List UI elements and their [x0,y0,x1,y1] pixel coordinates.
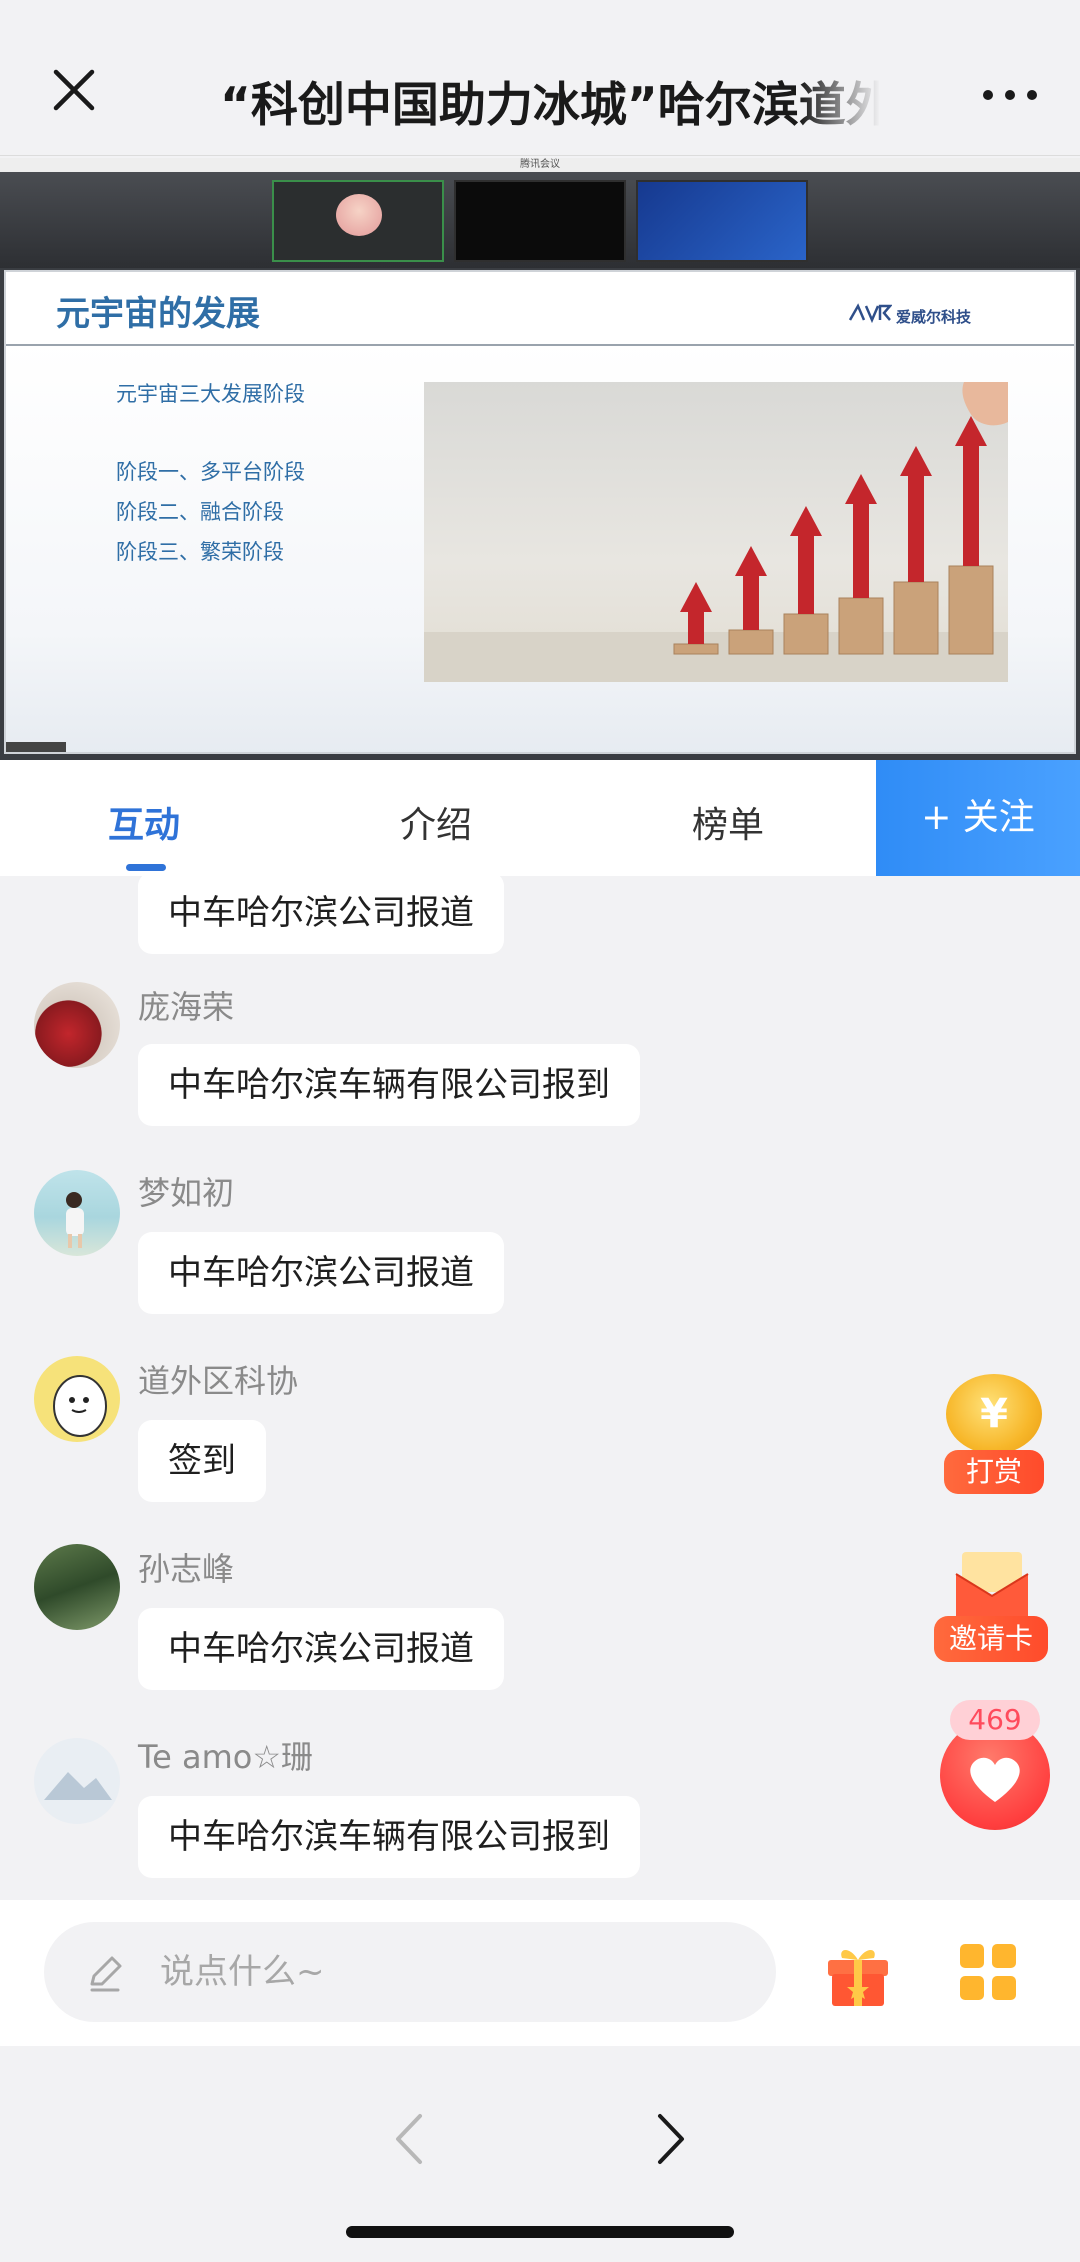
comment-field-container[interactable] [44,1922,776,2022]
company-logo-icon [848,303,892,324]
slide-corner-label [6,742,66,752]
home-indicator[interactable] [346,2226,734,2238]
gift-icon[interactable] [820,1936,896,2012]
cartoon-robot-icon [53,1375,107,1437]
slide-stage: 阶段三、繁荣阶段 [116,540,284,564]
chat-bubble: 中车哈尔滨车辆有限公司报到 [138,1796,640,1878]
avatar[interactable] [34,1544,120,1630]
slide-stage: 阶段二、融合阶段 [116,500,284,524]
top-bar: “科创中国助力冰城”哈尔滨道外区 [0,0,1080,156]
invite-card-button[interactable]: 邀请卡 [934,1546,1048,1664]
chat-username: 梦如初 [138,1174,235,1212]
tab-ranking[interactable]: 榜单 [692,796,764,848]
close-icon[interactable] [48,64,100,116]
chat-username: 孙志峰 [138,1550,235,1588]
browser-nav-bar [0,2046,1080,2262]
avatar[interactable] [34,1170,120,1256]
chat-list[interactable]: 中车哈尔滨公司报道 庞海荣 中车哈尔滨车辆有限公司报到 梦如初 中车哈尔滨公司报… [0,876,1080,1900]
comment-input[interactable] [160,1944,740,2000]
chat-username: 庞海荣 [138,988,235,1026]
growth-arrows-image [424,382,1008,682]
avatar[interactable] [34,1356,120,1442]
reward-label: 打赏 [944,1450,1044,1494]
participant-thumb [272,180,444,262]
slide-title: 元宇宙的发展 [56,294,260,334]
more-dots-icon[interactable] [980,80,1040,110]
chat-username: Te amo☆珊 [138,1738,314,1776]
slide-divider [6,344,1074,346]
page-title-text: “科创中国助力冰城”哈尔滨道外区 [220,78,880,126]
avatar[interactable] [34,982,120,1068]
like-button[interactable]: 469 [938,1700,1050,1830]
pencil-icon [90,1956,122,1992]
slide-subtitle: 元宇宙三大发展阶段 [116,382,305,406]
back-chevron-icon[interactable] [384,2108,436,2170]
participant-strip [0,172,1080,268]
chat-username: 道外区科协 [138,1362,299,1400]
like-count-badge: 469 [950,1700,1040,1740]
meeting-app-title: 腾讯会议 [0,158,1080,172]
invite-label: 邀请卡 [934,1616,1048,1662]
company-logo-text: 爱威尔科技 [896,308,972,326]
apps-grid-icon[interactable] [956,1940,1020,2004]
reward-button[interactable]: ¥ 打赏 [944,1374,1044,1498]
active-tab-indicator [126,864,166,871]
chat-bubble: 中车哈尔滨公司报道 [138,1232,504,1314]
participant-thumb [454,180,626,262]
presentation-slide: 元宇宙的发展 爱威尔科技 元宇宙三大发展阶段 阶段一、多平台阶段 阶段二、融合阶… [4,270,1076,754]
participant-avatar [336,194,382,236]
chat-bubble: 中车哈尔滨车辆有限公司报到 [138,1044,640,1126]
chat-bubble: 中车哈尔滨公司报道 [138,876,504,954]
input-bar [0,1900,1080,2046]
coin-icon: ¥ [946,1374,1042,1454]
growth-arrows-icon [424,382,1008,682]
chat-bubble: 签到 [138,1420,266,1502]
slide-stage: 阶段一、多平台阶段 [116,460,305,484]
tab-bar: 互动 介绍 榜单 + 关注 [0,760,1080,876]
live-video[interactable]: 腾讯会议 元宇宙的发展 爱威尔科技 元宇宙三大发展阶段 阶段一、多平台阶段 阶段… [0,158,1080,760]
envelope-icon [955,1552,1029,1616]
forward-chevron-icon[interactable] [644,2108,696,2170]
follow-button[interactable]: + 关注 [876,760,1080,876]
participant-thumb [636,180,808,262]
tab-intro[interactable]: 介绍 [400,796,472,848]
tab-interaction[interactable]: 互动 [108,796,180,848]
chat-bubble: 中车哈尔滨公司报道 [138,1608,504,1690]
title-fade [800,66,880,126]
person-figure-icon [66,1192,84,1248]
mountain-icon [44,1772,112,1800]
page-title: “科创中国助力冰城”哈尔滨道外区 [220,66,880,126]
avatar[interactable] [34,1738,120,1824]
